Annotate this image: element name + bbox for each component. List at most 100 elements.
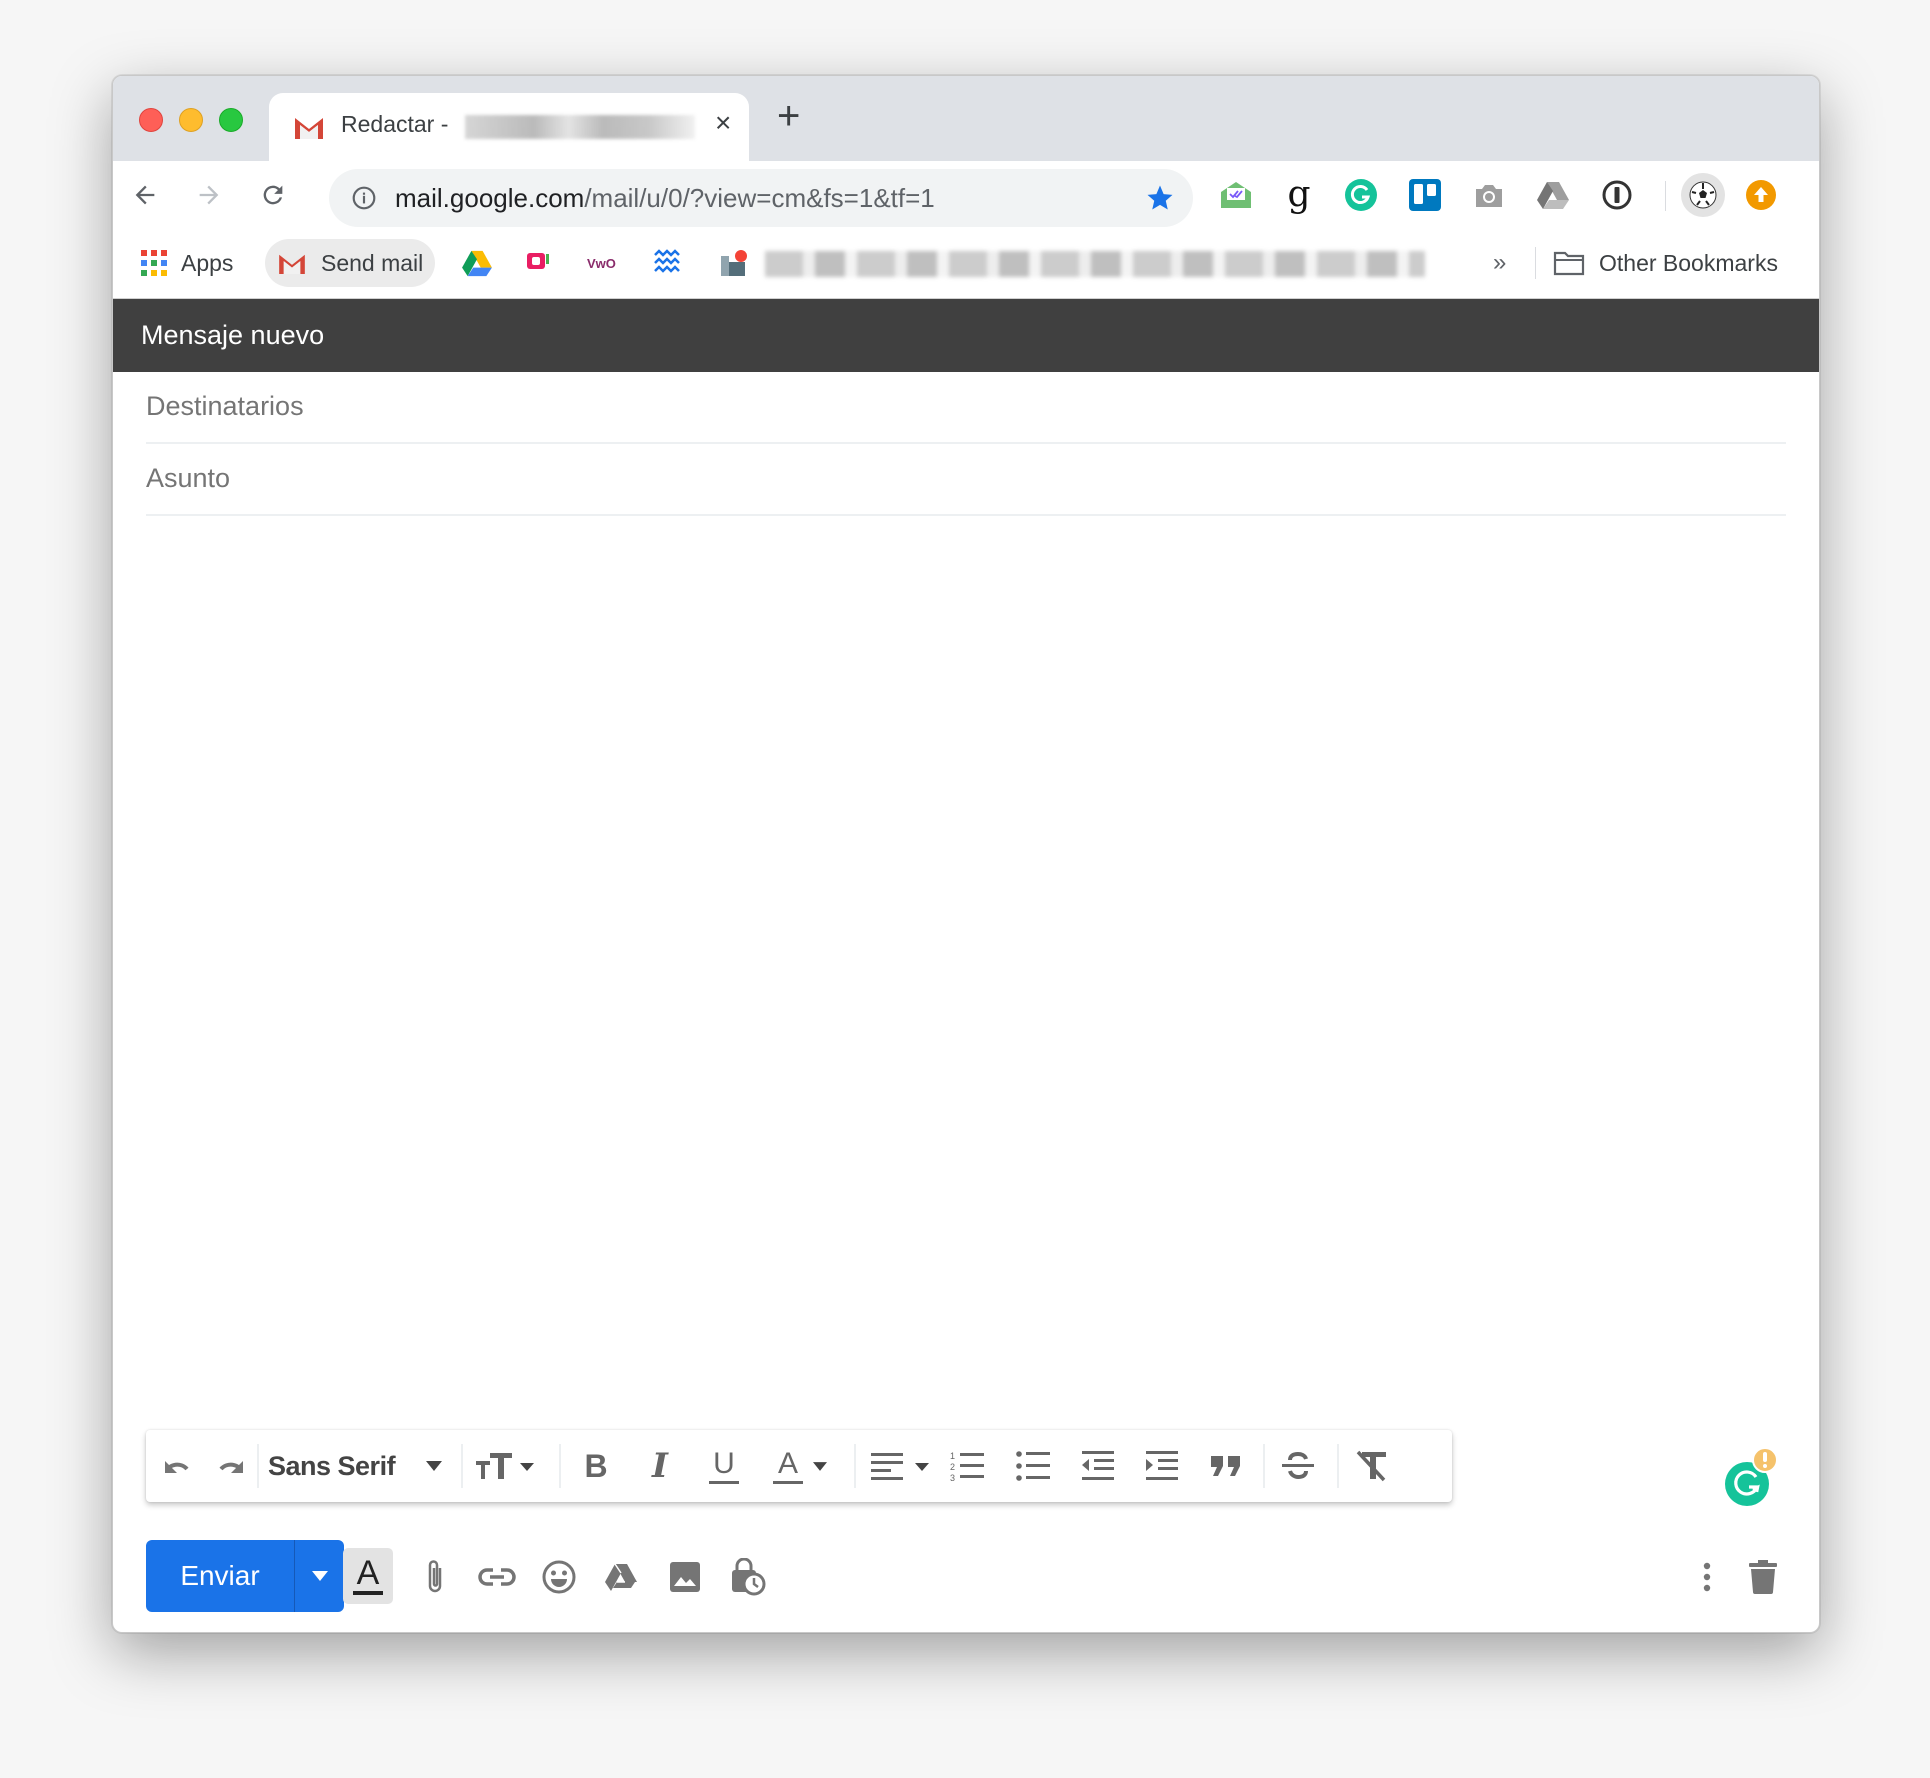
link-icon [478,1568,516,1586]
formatting-options-button[interactable]: A [343,1548,393,1604]
window-close-button[interactable] [139,108,163,132]
compose-header: Mensaje nuevo [113,298,1819,372]
bookmark-send-mail[interactable]: Send mail [265,239,436,287]
font-select-value: Sans Serif [268,1450,396,1481]
text-format-icon: A [353,1556,383,1595]
insert-emoji-button[interactable] [537,1554,581,1600]
bookmark-apps[interactable]: Apps [141,239,233,287]
discard-draft-button[interactable] [1741,1554,1785,1600]
address-bar[interactable]: mail.google.com/mail/u/0/?view=cm&fs=1&t… [329,169,1193,227]
window-zoom-button[interactable] [219,108,243,132]
more-vertical-icon [1703,1562,1711,1592]
italic-button[interactable]: I [640,1446,680,1486]
undo-button[interactable] [158,1446,198,1486]
recipients-input[interactable] [146,386,1786,426]
grammarly-button[interactable] [1725,1447,1778,1510]
message-body[interactable] [146,516,1790,1470]
bookmark-chat[interactable] [525,239,551,287]
confidential-mode-button[interactable] [725,1554,769,1600]
indent-more-icon [1146,1451,1178,1480]
google-drive-icon[interactable] [1535,177,1571,213]
trash-icon [1749,1560,1777,1594]
toolbar-divider [1665,181,1666,211]
lock-clock-icon [732,1558,766,1596]
forward-button[interactable] [189,175,229,215]
text-color-button[interactable]: A [762,1446,838,1486]
more-options-button[interactable] [1685,1554,1729,1600]
redo-button[interactable] [210,1446,250,1486]
bookmark-google-drive[interactable] [461,239,493,287]
1password-icon[interactable] [1599,177,1635,213]
remove-formatting-button[interactable] [1350,1446,1394,1486]
italic-icon: I [652,1446,668,1486]
svg-text:1: 1 [950,1451,955,1461]
subject-input[interactable] [146,458,1786,498]
grammarly-icon[interactable] [1343,177,1379,213]
camera-icon[interactable] [1471,177,1507,213]
font-select[interactable]: Sans Serif [268,1446,448,1486]
other-bookmarks-label: Other Bookmarks [1599,249,1778,276]
compose-title: Mensaje nuevo [141,320,325,350]
bulleted-list-button[interactable] [1012,1446,1056,1486]
gmail-icon [279,254,305,274]
trello-icon[interactable] [1407,177,1443,213]
insert-drive-button[interactable] [599,1554,643,1600]
google-drive-icon [462,250,492,277]
numbered-list-icon: 123 [950,1451,984,1482]
profile-avatar[interactable] [1681,173,1725,217]
bookmarks-overflow-button[interactable]: » [1493,249,1506,277]
attach-files-button[interactable] [413,1554,457,1600]
browser-window: Redactar - × + mail.google.com/mail/u/0/… [112,75,1820,1633]
photo-icon [670,1562,700,1592]
tab-strip: Redactar - × + [113,76,1819,161]
tab-compose[interactable]: Redactar - × [269,93,749,161]
site-info-icon[interactable] [351,185,377,211]
recipients-field [146,372,1786,444]
toolbar-divider [559,1444,561,1488]
goodreads-icon[interactable]: g [1281,177,1317,213]
url-text[interactable]: mail.google.com/mail/u/0/?view=cm&fs=1&t… [395,183,935,214]
bookmark-star-icon[interactable] [1145,183,1175,213]
new-tab-button[interactable]: + [777,96,800,136]
bold-button[interactable]: B [576,1446,616,1486]
numbered-list-button[interactable]: 123 [946,1446,990,1486]
bookmark-vwo[interactable]: VwO [587,239,616,287]
bookmark-notification[interactable] [719,239,749,287]
subject-field [146,444,1786,516]
google-drive-icon [605,1563,637,1591]
toolbar-divider [1337,1444,1339,1488]
underline-bar [709,1480,739,1484]
tab-close-button[interactable]: × [715,107,731,139]
quote-button[interactable] [1204,1446,1248,1486]
insert-link-button[interactable] [475,1554,519,1600]
bookmarks-divider [1535,247,1536,279]
toolbar-divider [1263,1444,1265,1488]
window-minimize-button[interactable] [179,108,203,132]
bold-icon: B [584,1447,608,1484]
bookmark-send-mail-label: Send mail [321,249,424,276]
indent-more-button[interactable] [1140,1446,1184,1486]
mailtrack-icon[interactable] [1218,177,1254,213]
bookmark-other-bookmarks[interactable]: Other Bookmarks [1553,239,1778,287]
send-options-button[interactable] [295,1540,344,1612]
chevron-down-icon [813,1461,827,1471]
underline-button[interactable]: U [704,1446,744,1486]
reload-button[interactable] [253,175,293,215]
send-button[interactable]: Enviar [146,1540,294,1612]
text-size-button[interactable] [472,1446,542,1486]
svg-text:3: 3 [950,1473,955,1482]
paperclip-icon [428,1560,442,1593]
text-size-icon [476,1453,534,1479]
indent-less-button[interactable] [1076,1446,1120,1486]
underline-icon: U [713,1446,735,1480]
bookmark-waves[interactable] [653,239,683,287]
upload-arrow-icon[interactable] [1743,177,1779,213]
remove-formatting-icon [1356,1450,1386,1482]
emoji-icon [542,1560,576,1594]
insert-photo-button[interactable] [663,1554,707,1600]
strikethrough-button[interactable] [1276,1446,1320,1486]
bookmarks-bar: Apps Send mail VwO » Other Bookmarks [113,231,1819,297]
back-button[interactable] [125,175,165,215]
redo-icon [219,1461,243,1473]
align-button[interactable] [866,1446,936,1486]
